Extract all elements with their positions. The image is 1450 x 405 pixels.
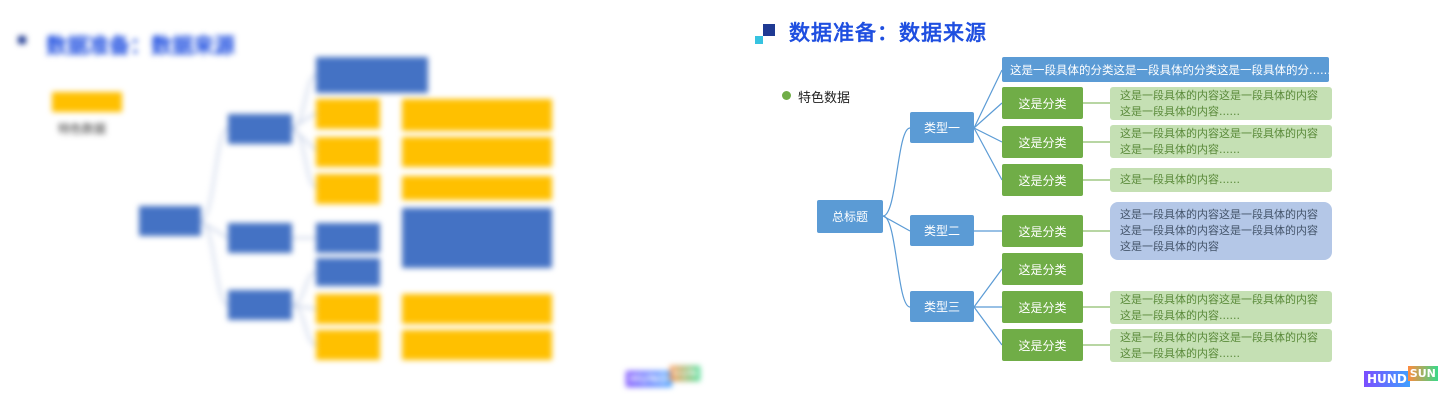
blurred-desc xyxy=(402,208,552,268)
description-node: 这是一段具体的内容这是一段具体的内容这是一段具体的内容...... xyxy=(1110,291,1332,324)
blurred-desc xyxy=(402,137,552,167)
blurred-node xyxy=(316,137,380,167)
type-node: 类型二 xyxy=(910,215,974,246)
blurred-node xyxy=(316,99,380,129)
blurred-node xyxy=(316,174,380,204)
blurred-level1-node xyxy=(228,223,292,253)
blurred-desc xyxy=(402,294,552,324)
blurred-node xyxy=(316,57,428,93)
logo-sup-text: SUN xyxy=(669,366,700,381)
blurred-node xyxy=(316,330,380,360)
type-node: 类型一 xyxy=(910,112,974,143)
category-node: 这是分类 xyxy=(1002,253,1083,285)
blurred-node xyxy=(316,294,380,324)
blurred-desc xyxy=(402,330,552,360)
blurred-level1-node xyxy=(228,114,292,144)
category-node: 这是分类 xyxy=(1002,329,1083,361)
category-node: 这是分类 xyxy=(1002,291,1083,323)
category-node: 这是分类 xyxy=(1002,126,1083,158)
description-node: 这是一段具体的内容...... xyxy=(1110,168,1332,192)
blurred-node xyxy=(316,258,380,286)
logo-main-text: HUND xyxy=(1364,371,1410,387)
slide-panel: 数据准备：数据来源 特色数据 总标题 类型一 类型二 类型三 这是一段具体的分类… xyxy=(725,0,1450,405)
logo-sup-text: SUN xyxy=(1407,366,1438,381)
description-node: 这是一段具体的内容这是一段具体的内容这是一段具体的内容...... xyxy=(1110,125,1332,158)
logo-main-text: HUND xyxy=(626,371,672,387)
blurred-root-node xyxy=(139,206,201,236)
category-node: 这是分类 xyxy=(1002,164,1083,196)
category-node: 这是分类 xyxy=(1002,87,1083,119)
blurred-level1-node xyxy=(228,290,292,320)
type-node: 类型三 xyxy=(910,291,974,322)
blurred-slide-panel: 数据准备：数据来源 特色数据 HUND SUN xyxy=(0,0,725,405)
blurred-content: 数据准备：数据来源 特色数据 HUND SUN xyxy=(0,0,725,405)
category-node: 这是分类 xyxy=(1002,215,1083,247)
blurred-node xyxy=(316,223,380,253)
blurred-desc xyxy=(402,176,552,200)
blurred-desc xyxy=(402,99,552,131)
description-node: 这是一段具体的内容这是一段具体的内容这是一段具体的内容...... xyxy=(1110,329,1332,362)
top-note-node: 这是一段具体的分类这是一段具体的分类这是一段具体的分...... xyxy=(1002,57,1329,82)
description-node-highlighted: 这是一段具体的内容这是一段具体的内容这是一段具体的内容这是一段具体的内容这是一段… xyxy=(1110,202,1332,260)
root-node: 总标题 xyxy=(817,200,883,233)
company-logo: HUND SUN xyxy=(626,366,700,387)
description-node: 这是一段具体的内容这是一段具体的内容这是一段具体的内容...... xyxy=(1110,87,1332,120)
company-logo: HUND SUN xyxy=(1364,366,1438,387)
